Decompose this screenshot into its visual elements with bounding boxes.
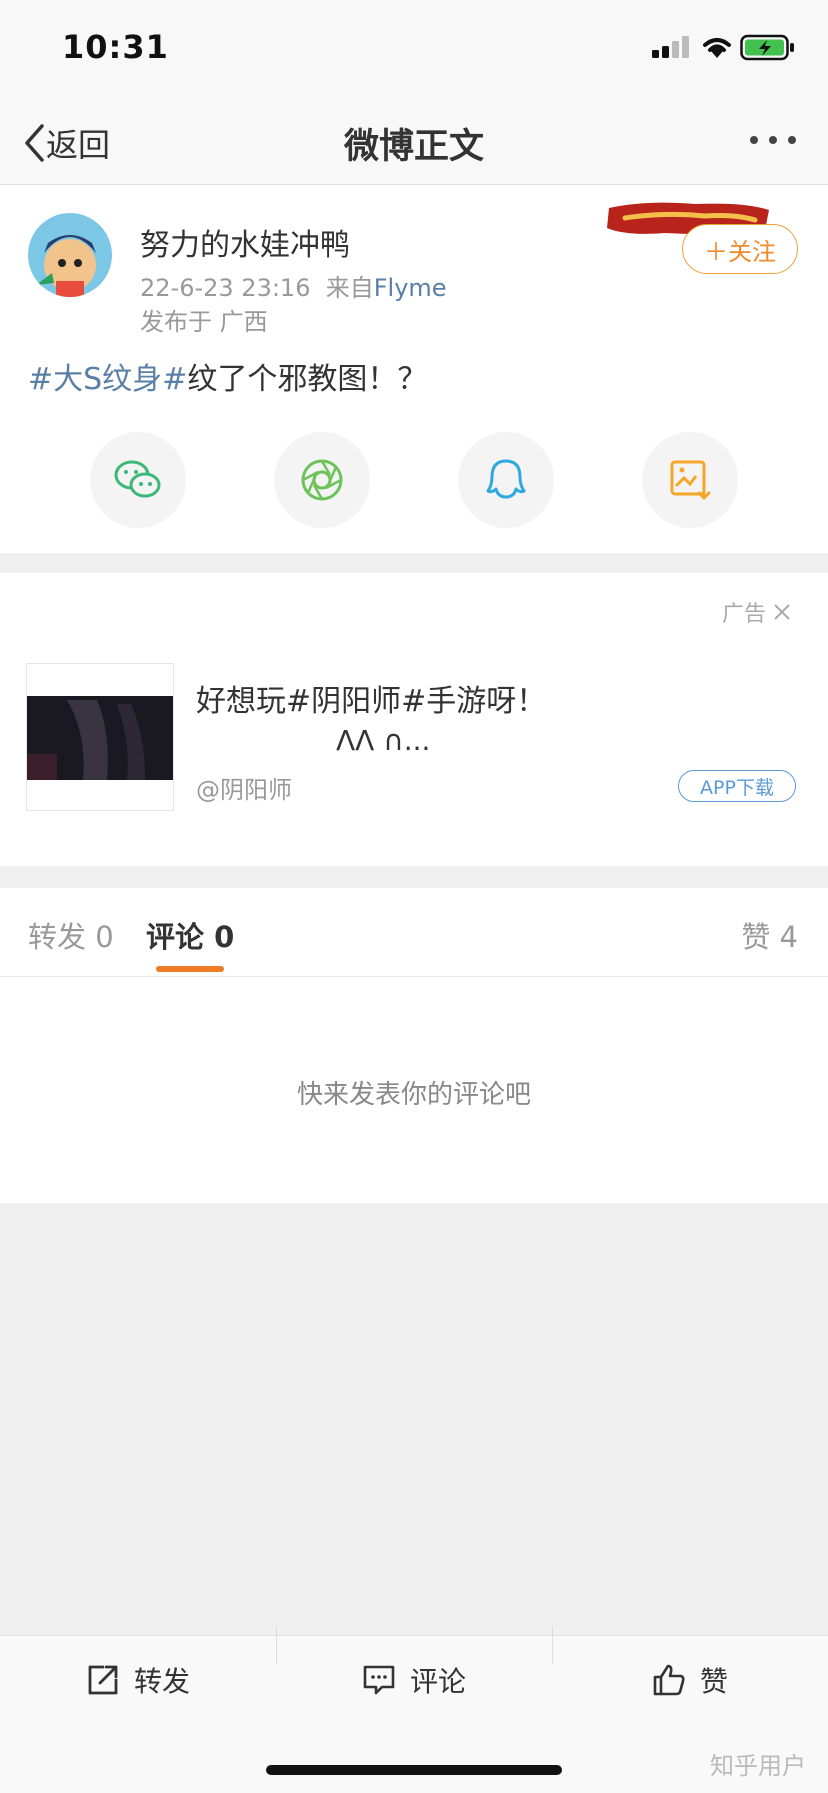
ad-title[interactable]: 好想玩#阴阳师#手游呀！: [196, 676, 546, 720]
active-tab-indicator: [156, 966, 224, 972]
thumbs-up-icon: [653, 1664, 685, 1696]
tab-like-count: 4: [779, 920, 798, 954]
share-qq-button[interactable]: [458, 432, 554, 528]
empty-comments-text: 快来发表你的评论吧: [296, 1080, 531, 1110]
battery-icon: [740, 34, 794, 61]
home-indicator: [266, 1765, 562, 1775]
comment-icon: [363, 1665, 395, 1695]
share-moments-button[interactable]: [274, 432, 370, 528]
comment-button[interactable]: 评论: [362, 1656, 466, 1704]
post-source[interactable]: Flyme: [374, 274, 447, 302]
comment-label: 评论: [410, 1665, 467, 1698]
share-icon: [88, 1665, 118, 1695]
ad-account[interactable]: @阴阳师: [196, 770, 292, 805]
section-divider: [0, 553, 828, 573]
tab-comment[interactable]: 评论 0: [146, 914, 234, 956]
topic-link[interactable]: #大S纹身#: [28, 362, 187, 397]
follow-button[interactable]: ＋关注: [682, 224, 798, 274]
avatar[interactable]: [28, 213, 112, 297]
tab-like[interactable]: 赞 4: [741, 914, 798, 956]
wechat-icon: [114, 460, 161, 498]
like-label: 赞: [700, 1665, 729, 1698]
username[interactable]: 努力的水娃冲鸭: [140, 220, 350, 264]
section-divider: [0, 866, 828, 888]
post-meta: 22-6-23 23:16 来自Flyme: [140, 268, 447, 303]
tab-comment-count: 0: [214, 920, 235, 954]
signal-icon: [652, 36, 689, 58]
tab-repost[interactable]: 转发 0: [28, 914, 114, 956]
watermark: 知乎用户: [710, 1752, 806, 1780]
share-wechat-button[interactable]: [90, 432, 186, 528]
post-location: 发布于 广西: [140, 308, 268, 336]
app-download-button[interactable]: APP下载: [678, 770, 796, 802]
tab-comment-label: 评论: [146, 920, 205, 954]
ad-subtitle: ΛΛ ∩...: [336, 724, 431, 757]
ad-label[interactable]: 广告: [722, 596, 792, 628]
tab-repost-label: 转发: [28, 920, 87, 954]
tab-repost-count: 0: [95, 920, 114, 954]
wifi-icon: [703, 38, 731, 58]
toolbar-divider: [276, 1626, 277, 1664]
post-text: #大S纹身#纹了个邪教图！？: [28, 354, 427, 398]
post-body: 纹了个邪教图！？: [187, 362, 428, 397]
ad-label-text: 广告: [722, 602, 767, 627]
like-button[interactable]: 赞: [652, 1656, 728, 1704]
post-date: 22-6-23 23:16: [140, 274, 311, 302]
status-time: 10:31: [62, 28, 169, 66]
tab-divider: [0, 976, 828, 977]
close-icon[interactable]: [772, 602, 792, 622]
page-title: 微博正文: [343, 127, 484, 167]
repost-label: 转发: [134, 1665, 191, 1698]
moments-icon: [301, 459, 343, 501]
toolbar-divider: [552, 1626, 553, 1664]
blank-area: [0, 1203, 828, 1635]
more-icon[interactable]: [748, 124, 798, 156]
repost-button[interactable]: 转发: [86, 1656, 190, 1704]
save-image-button[interactable]: [642, 432, 738, 528]
qq-icon: [486, 459, 526, 499]
ad-thumbnail[interactable]: [26, 663, 174, 811]
save-image-icon: [670, 460, 711, 501]
tab-like-label: 赞: [741, 920, 771, 954]
source-prefix: 来自: [325, 274, 374, 302]
